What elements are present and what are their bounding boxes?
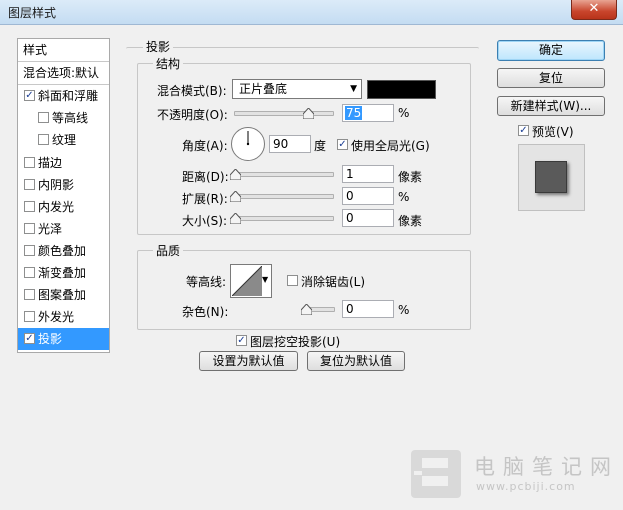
style-item-pattern-overlay[interactable]: 图案叠加 xyxy=(18,284,109,306)
style-item-gradient-overlay[interactable]: 渐变叠加 xyxy=(18,262,109,284)
distance-unit: 像素 xyxy=(398,170,423,184)
pattern-overlay-checkbox[interactable] xyxy=(24,289,35,300)
color-overlay-checkbox[interactable] xyxy=(24,245,35,256)
contour-checkbox[interactable] xyxy=(38,112,49,123)
spread-label: 扩展(R): xyxy=(182,192,228,206)
noise-unit: % xyxy=(398,303,410,317)
style-item-contour[interactable]: 等高线 xyxy=(18,107,109,129)
close-button[interactable]: ✕ xyxy=(571,0,617,20)
contour-preview-icon xyxy=(232,266,262,296)
angle-label: 角度(A): xyxy=(182,139,228,153)
style-item-inner-glow[interactable]: 内发光 xyxy=(18,196,109,218)
contour-label: 等高线: xyxy=(186,275,227,289)
close-icon: ✕ xyxy=(588,1,600,16)
contour-dropdown-icon[interactable]: ▼ xyxy=(262,275,268,284)
global-light-checkbox[interactable]: ✓ xyxy=(337,139,348,150)
noise-label: 杂色(N): xyxy=(182,305,229,319)
gradient-overlay-checkbox[interactable] xyxy=(24,267,35,278)
watermark-logo-icon xyxy=(411,450,461,498)
opacity-unit: % xyxy=(398,106,410,120)
style-item-color-overlay[interactable]: 颜色叠加 xyxy=(18,240,109,262)
chevron-down-icon: ▼ xyxy=(350,84,357,94)
opacity-slider-thumb[interactable] xyxy=(302,108,314,119)
spread-slider-track[interactable] xyxy=(234,194,334,199)
preview-checkbox[interactable]: ✓ xyxy=(518,125,529,136)
opacity-input[interactable]: 75 xyxy=(342,104,394,122)
style-item-outer-glow[interactable]: 外发光 xyxy=(18,306,109,328)
size-slider-track[interactable] xyxy=(234,216,334,221)
inner-glow-checkbox[interactable] xyxy=(24,201,35,212)
satin-checkbox[interactable] xyxy=(24,223,35,234)
style-item-drop-shadow[interactable]: ✓ 投影 xyxy=(18,328,109,350)
blend-mode-label: 混合模式(B): xyxy=(157,84,227,98)
style-list: 样式 混合选项:默认 ✓ 斜面和浮雕 等高线 纹理 描边 内阴影 内发光 光泽 颜… xyxy=(17,38,110,353)
outer-glow-checkbox[interactable] xyxy=(24,311,35,322)
structure-title: 结构 xyxy=(153,55,184,72)
distance-input[interactable]: 1 xyxy=(342,165,394,183)
antialias-label: 消除锯齿(L) xyxy=(301,275,366,289)
knockout-label: 图层挖空投影(U) xyxy=(250,335,341,349)
watermark-url: www.pcbiji.com xyxy=(476,480,576,493)
knockout-checkbox[interactable]: ✓ xyxy=(236,335,247,346)
watermark-text: 电脑笔记网 xyxy=(474,455,619,479)
reset-button[interactable]: 复位 xyxy=(497,68,605,88)
angle-input[interactable]: 90 xyxy=(269,135,311,153)
size-unit: 像素 xyxy=(398,214,423,228)
preview-swatch xyxy=(535,161,567,193)
title-bar xyxy=(0,0,623,25)
panel-title: 投影 xyxy=(143,38,174,55)
style-item-blend-options[interactable]: 混合选项:默认 xyxy=(18,62,109,85)
ok-button[interactable]: 确定 xyxy=(497,40,605,61)
antialias-checkbox[interactable] xyxy=(287,275,298,286)
drop-shadow-checkbox[interactable]: ✓ xyxy=(24,333,35,344)
window-title: 图层样式 xyxy=(8,6,57,20)
inner-shadow-checkbox[interactable] xyxy=(24,179,35,190)
style-list-header: 样式 xyxy=(18,39,109,62)
contour-picker[interactable]: ▼ xyxy=(230,264,272,298)
style-item-stroke[interactable]: 描边 xyxy=(18,152,109,174)
blend-mode-select[interactable]: 正片叠底 ▼ xyxy=(232,79,362,99)
distance-label: 距离(D): xyxy=(182,170,229,184)
spread-slider-thumb[interactable] xyxy=(230,191,241,202)
size-slider-thumb[interactable] xyxy=(230,213,241,224)
style-item-satin[interactable]: 光泽 xyxy=(18,218,109,240)
style-preview xyxy=(518,144,585,211)
opacity-label: 不透明度(O): xyxy=(157,108,228,122)
angle-unit: 度 xyxy=(314,139,327,153)
set-default-button[interactable]: 设置为默认值 xyxy=(199,351,298,371)
angle-dial[interactable] xyxy=(230,126,266,162)
noise-slider-thumb[interactable] xyxy=(301,304,312,315)
size-label: 大小(S): xyxy=(182,214,228,228)
spread-input[interactable]: 0 xyxy=(342,187,394,205)
reset-default-button[interactable]: 复位为默认值 xyxy=(307,351,405,371)
preview-label: 预览(V) xyxy=(532,125,574,139)
stroke-checkbox[interactable] xyxy=(24,157,35,168)
distance-slider-thumb[interactable] xyxy=(230,169,241,180)
opacity-slider-track[interactable] xyxy=(234,111,334,116)
style-item-texture[interactable]: 纹理 xyxy=(18,129,109,151)
noise-input[interactable]: 0 xyxy=(342,300,394,318)
new-style-button[interactable]: 新建样式(W)... xyxy=(497,96,605,116)
bevel-emboss-checkbox[interactable]: ✓ xyxy=(24,90,35,101)
global-light-label: 使用全局光(G) xyxy=(351,139,430,153)
distance-slider-track[interactable] xyxy=(234,172,334,177)
spread-unit: % xyxy=(398,190,410,204)
size-input[interactable]: 0 xyxy=(342,209,394,227)
style-item-bevel-emboss[interactable]: ✓ 斜面和浮雕 xyxy=(18,85,109,107)
style-item-inner-shadow[interactable]: 内阴影 xyxy=(18,174,109,196)
shadow-color-swatch[interactable] xyxy=(367,80,436,99)
texture-checkbox[interactable] xyxy=(38,134,49,145)
quality-title: 品质 xyxy=(153,242,184,259)
